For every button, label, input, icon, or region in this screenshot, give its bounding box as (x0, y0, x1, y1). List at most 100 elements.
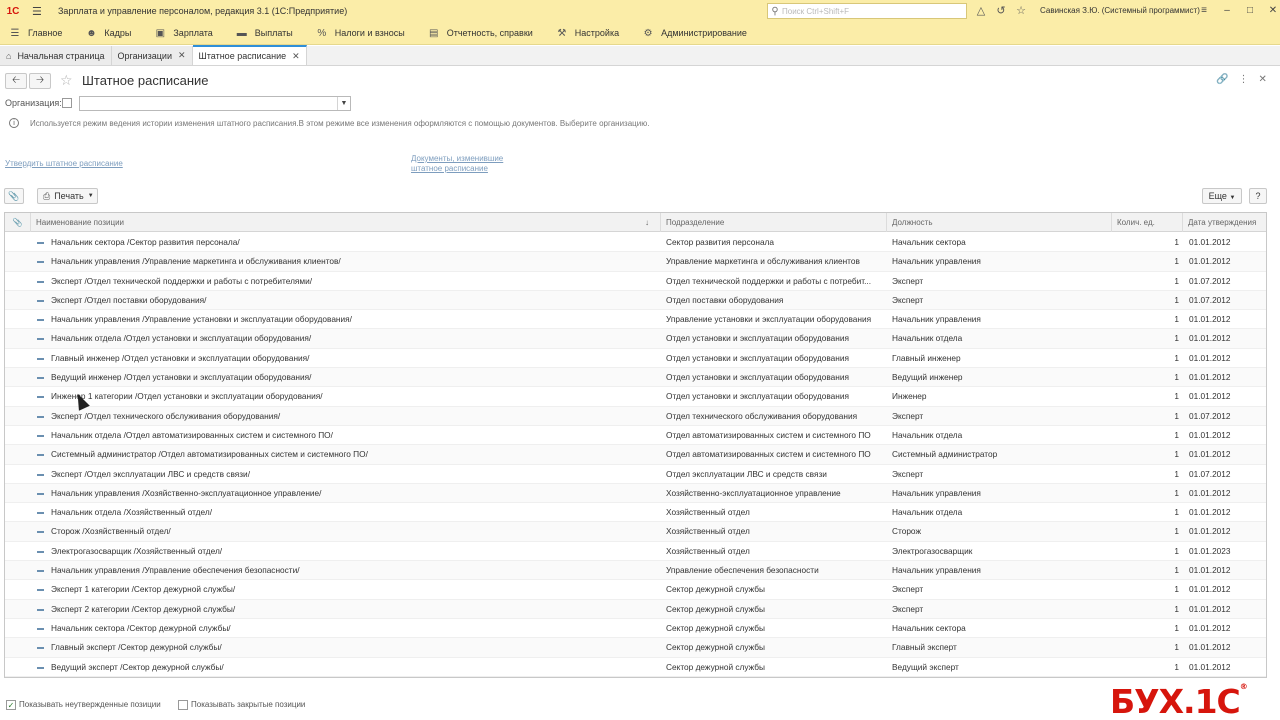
cell-division: Сектор дежурной службы (666, 603, 765, 614)
favorites-star-icon[interactable]: ☆ (1015, 3, 1027, 19)
section-salary[interactable]: ▣ Зарплата (153, 28, 213, 39)
section-settings[interactable]: ⚒ Настройка (555, 28, 619, 39)
history-icon[interactable]: ↺ (995, 3, 1007, 19)
more-actions-icon[interactable]: ⋮ (1238, 74, 1248, 85)
column-header-position[interactable]: Должность (887, 213, 1112, 232)
position-dash-icon (37, 377, 44, 380)
table-row[interactable]: Начальник управления /Управление установ… (5, 310, 1266, 330)
cell-approval-date: 01.01.2012 (1189, 507, 1231, 518)
cell-job-title: Эксперт (892, 294, 924, 305)
cell-quantity: 1 (1174, 487, 1179, 498)
cell-approval-date: 01.01.2012 (1189, 603, 1231, 614)
cell-job-title: Сторож (892, 526, 921, 537)
show-closed-checkbox[interactable] (178, 700, 188, 710)
column-header-qty[interactable]: Колич. ед. (1112, 213, 1183, 232)
cell-division: Отдел автоматизированных систем и систем… (666, 429, 871, 440)
section-admin[interactable]: ⚙ Администрирование (641, 28, 747, 39)
section-main[interactable]: ☰ Главное (8, 28, 63, 39)
column-header-date[interactable]: Дата утверждения (1183, 213, 1266, 232)
cell-position-name: Эксперт /Отдел эксплуатации ЛВС и средст… (51, 468, 250, 479)
brand-reg-mark: ® (1239, 682, 1248, 691)
position-dash-icon (37, 608, 44, 611)
table-row[interactable]: Главный инженер /Отдел установки и экспл… (5, 348, 1266, 369)
position-dash-icon (37, 647, 44, 650)
back-button[interactable]: 🡠 (5, 73, 27, 89)
table-row[interactable]: Эксперт /Отдел технического обслуживания… (5, 406, 1266, 426)
organization-checkbox[interactable] (62, 98, 72, 108)
section-taxes[interactable]: % Налоги и взносы (315, 28, 404, 39)
table-row[interactable]: Эксперт /Отдел поставки оборудования/Отд… (5, 290, 1266, 311)
table-row[interactable]: Сторож /Хозяйственный отдел/Хозяйственны… (5, 522, 1266, 542)
cell-quantity: 1 (1174, 507, 1179, 518)
cell-job-title: Инженер (892, 391, 927, 402)
section-personnel[interactable]: ☻ Кадры (84, 28, 131, 39)
table-row[interactable]: Эксперт 2 категории /Сектор дежурной слу… (5, 599, 1266, 619)
more-button[interactable]: Еще ▼ (1202, 188, 1242, 204)
table-row[interactable]: Главный эксперт /Сектор дежурной службы/… (5, 638, 1266, 658)
close-form-icon[interactable]: ✕ (1258, 74, 1266, 85)
column-header-division[interactable]: Подразделение (661, 213, 887, 232)
settings-menu-icon[interactable]: ≡ (1196, 3, 1212, 19)
cell-job-title: Начальник управления (892, 314, 981, 325)
cell-job-title: Главный эксперт (892, 642, 957, 653)
cell-division: Отдел технического обслуживания оборудов… (666, 410, 858, 421)
current-user[interactable]: Савинская З.Ю. (Системный программист) (1040, 6, 1200, 15)
show-closed-label[interactable]: Показывать закрытые позиции (191, 700, 305, 709)
maximize-icon[interactable]: □ (1242, 3, 1258, 19)
close-tab-icon[interactable]: ✕ (292, 51, 300, 62)
attach-button[interactable]: 📎 (4, 188, 24, 204)
cell-position-name: Ведущий инженер /Отдел установки и экспл… (51, 372, 312, 383)
cell-quantity: 1 (1174, 275, 1179, 286)
report-icon: ▤ (429, 27, 439, 39)
column-header-name[interactable]: Наименование позиции (31, 213, 661, 232)
show-unapproved-label[interactable]: Показывать неутвержденные позиции (19, 700, 161, 709)
show-unapproved-checkbox[interactable]: ✓ (6, 700, 16, 710)
table-row[interactable]: Ведущий эксперт /Сектор дежурной службы/… (5, 657, 1266, 677)
cell-approval-date: 01.01.2012 (1189, 391, 1231, 402)
close-tab-icon[interactable]: ✕ (178, 50, 186, 61)
tab-home[interactable]: ⌂ Начальная страница (0, 46, 112, 65)
table-row[interactable]: Начальник отдела /Хозяйственный отдел/Хо… (5, 503, 1266, 523)
table-row[interactable]: Начальник управления /Управление обеспеч… (5, 561, 1266, 581)
cell-approval-date: 01.01.2012 (1189, 237, 1231, 247)
tab-organizations[interactable]: Организации ✕ (111, 46, 193, 65)
chevron-down-icon[interactable]: ▼ (337, 97, 350, 110)
table-row[interactable]: Начальник отдела /Отдел автоматизированн… (5, 425, 1266, 446)
table-row[interactable]: Инженер 1 категории /Отдел установки и э… (5, 387, 1266, 407)
table-row[interactable]: Электрогазосварщик /Хозяйственный отдел/… (5, 541, 1266, 562)
schedule-documents-link[interactable]: Документы, изменившие штатное расписание (411, 154, 521, 174)
cell-position-name: Инженер 1 категории /Отдел установки и э… (51, 391, 323, 402)
minimize-icon[interactable]: – (1219, 3, 1235, 19)
brand-logo: БУХ.1С® (1110, 682, 1248, 720)
main-menu-icon[interactable]: ☰ (32, 5, 46, 18)
table-row[interactable]: Начальник управления /Управление маркети… (5, 252, 1266, 272)
table-row[interactable]: Ведущий инженер /Отдел установки и экспл… (5, 368, 1266, 388)
forward-button[interactable]: 🡢 (29, 73, 51, 89)
table-row[interactable]: Эксперт /Отдел эксплуатации ЛВС и средст… (5, 464, 1266, 484)
table-row[interactable]: Эксперт /Отдел технической поддержки и р… (5, 271, 1266, 291)
bell-icon[interactable]: △ (975, 3, 987, 19)
position-dash-icon (37, 512, 44, 515)
table-row[interactable]: Эксперт 1 категории /Сектор дежурной слу… (5, 580, 1266, 600)
organization-field[interactable] (79, 96, 351, 111)
add-to-favorites-icon[interactable]: ☆ (60, 72, 73, 89)
table-row[interactable]: Начальник сектора /Сектор развития персо… (5, 233, 1266, 253)
approve-schedule-link[interactable]: Утвердить штатное расписание (5, 159, 123, 168)
table-row[interactable]: Начальник сектора /Сектор дежурной служб… (5, 618, 1266, 639)
global-search-input[interactable]: ⚲ Поиск Ctrl+Shift+F (767, 3, 967, 19)
section-payments[interactable]: ▬ Выплаты (235, 28, 293, 39)
tab-staff-schedule[interactable]: Штатное расписание ✕ (192, 45, 307, 65)
table-row[interactable]: Начальник отдела /Отдел установки и эксп… (5, 329, 1266, 349)
organization-label: Организация: (5, 98, 62, 108)
table-row[interactable]: Системный администратор /Отдел автоматиз… (5, 445, 1266, 465)
print-button[interactable]: ⎙ Печать ▼ (37, 188, 98, 204)
cell-position-name: Эксперт /Отдел поставки оборудования/ (51, 294, 207, 305)
cell-job-title: Эксперт (892, 584, 924, 595)
link-icon[interactable]: 🔗 (1216, 74, 1228, 85)
table-row[interactable]: Начальник управления /Хозяйственно-экспл… (5, 483, 1266, 504)
section-label: Отчетность, справки (446, 28, 533, 38)
help-button[interactable]: ? (1249, 188, 1267, 204)
close-window-icon[interactable]: ✕ (1265, 3, 1280, 19)
section-reports[interactable]: ▤ Отчетность, справки (427, 28, 533, 39)
position-dash-icon (37, 531, 44, 534)
